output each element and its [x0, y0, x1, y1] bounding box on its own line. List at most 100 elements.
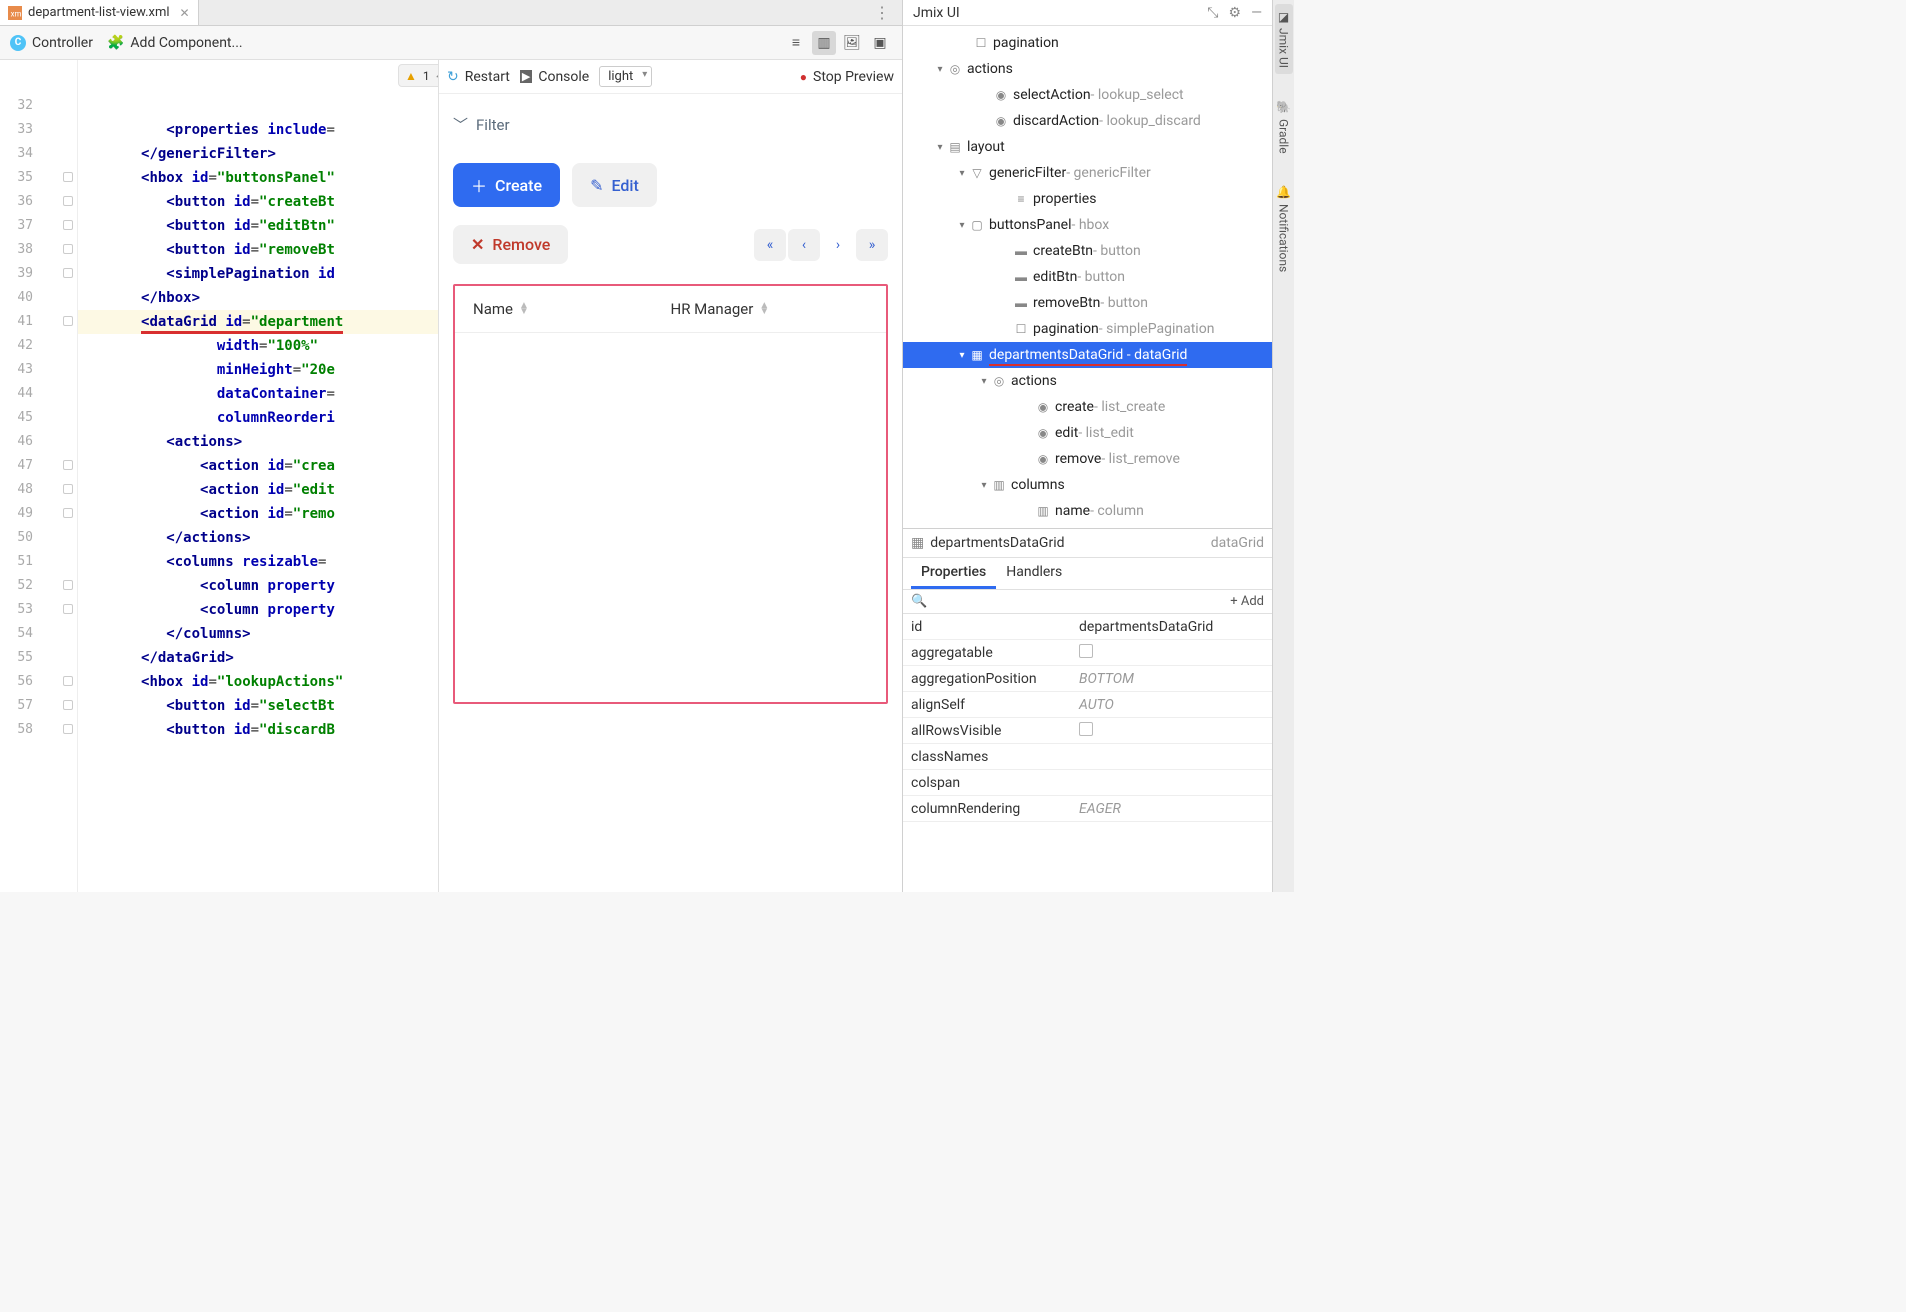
- stop-preview-button[interactable]: ● Stop Preview: [800, 69, 894, 85]
- prop-alignSelf[interactable]: alignSelfAUTO: [903, 692, 1272, 718]
- page-first-icon[interactable]: «: [754, 229, 786, 261]
- code-line[interactable]: <action id="crea: [78, 454, 438, 478]
- code-line[interactable]: <dataGrid id="department: [78, 310, 438, 334]
- side-tab-notifications[interactable]: 🔔 Notifications: [1275, 179, 1293, 278]
- tree-node-editBtn[interactable]: ▬editBtn - button: [903, 264, 1272, 290]
- tree-node-layout[interactable]: ▾▤layout: [903, 134, 1272, 160]
- tree-node-create[interactable]: ◉create - list_create: [903, 394, 1272, 420]
- tree-node-buttonsPanel[interactable]: ▾▢buttonsPanel - hbox: [903, 212, 1272, 238]
- code-line[interactable]: </hbox>: [78, 286, 438, 310]
- page-prev-icon[interactable]: ‹: [788, 229, 820, 261]
- code-line[interactable]: <button id="removeBt: [78, 238, 438, 262]
- theme-select[interactable]: light: [599, 66, 652, 87]
- prop-classNames[interactable]: classNames: [903, 744, 1272, 770]
- tree-node-genericFilter[interactable]: ▾▽genericFilter - genericFilter: [903, 160, 1272, 186]
- prop-value[interactable]: AUTO: [1079, 697, 1272, 713]
- fold-icon[interactable]: [63, 484, 73, 494]
- console-button[interactable]: ▶ Console: [520, 69, 589, 85]
- prop-value[interactable]: EAGER: [1079, 801, 1272, 817]
- prop-value[interactable]: BOTTOM: [1079, 671, 1272, 687]
- code-line[interactable]: width="100%": [78, 334, 438, 358]
- code-line[interactable]: <actions>: [78, 430, 438, 454]
- prop-allRowsVisible[interactable]: allRowsVisible: [903, 718, 1272, 744]
- code-line[interactable]: <column property: [78, 598, 438, 622]
- prev-highlight-icon[interactable]: ヘ: [436, 67, 438, 84]
- tab-handlers[interactable]: Handlers: [996, 558, 1072, 589]
- tree-node-pagination[interactable]: ☐pagination: [903, 30, 1272, 56]
- tab-overflow-icon[interactable]: ⋮: [862, 5, 902, 21]
- collapse-icon[interactable]: ⤡: [1207, 5, 1218, 21]
- inspection-widget[interactable]: ▲ 1 ヘ ﹀: [398, 64, 438, 87]
- prop-aggregationPosition[interactable]: aggregationPositionBOTTOM: [903, 666, 1272, 692]
- code-line[interactable]: <action id="edit: [78, 478, 438, 502]
- fold-icon[interactable]: [63, 220, 73, 230]
- view-preview-icon[interactable]: ▣: [868, 31, 892, 55]
- fold-icon[interactable]: [63, 700, 73, 710]
- gear-icon[interactable]: ⚙: [1229, 5, 1242, 21]
- code-line[interactable]: dataContainer=: [78, 382, 438, 406]
- code-line[interactable]: <action id="remo: [78, 502, 438, 526]
- checkbox[interactable]: [1079, 722, 1093, 736]
- code-line[interactable]: <button id="editBtn": [78, 214, 438, 238]
- chevron-icon[interactable]: ▾: [933, 142, 947, 153]
- view-split-icon[interactable]: ▥: [812, 31, 836, 55]
- datagrid-preview[interactable]: Name ▲▼ HR Manager ▲▼: [453, 284, 888, 704]
- tree-node-edit[interactable]: ◉edit - list_edit: [903, 420, 1272, 446]
- minimize-icon[interactable]: —: [1251, 5, 1262, 21]
- tree-node-name[interactable]: ▥name - column: [903, 498, 1272, 524]
- fold-icon[interactable]: [63, 676, 73, 686]
- restart-button[interactable]: ↻ Restart: [447, 69, 510, 85]
- tree-node-actions[interactable]: ▾◎actions: [903, 368, 1272, 394]
- column-name[interactable]: Name ▲▼: [473, 300, 671, 318]
- code-line[interactable]: </actions>: [78, 526, 438, 550]
- fold-icon[interactable]: [63, 460, 73, 470]
- code-line[interactable]: <button id="createBt: [78, 190, 438, 214]
- add-property-button[interactable]: + Add: [1230, 594, 1264, 609]
- checkbox[interactable]: [1079, 644, 1093, 658]
- chevron-icon[interactable]: ▾: [955, 220, 969, 231]
- code-line[interactable]: <properties include=: [78, 118, 438, 142]
- prop-columnRendering[interactable]: columnRenderingEAGER: [903, 796, 1272, 822]
- tree-node-createBtn[interactable]: ▬createBtn - button: [903, 238, 1272, 264]
- code-line[interactable]: minHeight="20e: [78, 358, 438, 382]
- fold-icon[interactable]: [63, 604, 73, 614]
- fold-icon[interactable]: [63, 244, 73, 254]
- fold-icon[interactable]: [63, 172, 73, 182]
- tab-properties[interactable]: Properties: [911, 558, 996, 589]
- fold-icon[interactable]: [63, 508, 73, 518]
- prop-value[interactable]: [1079, 722, 1272, 740]
- fold-icon[interactable]: [63, 316, 73, 326]
- code-line[interactable]: <button id="discardB: [78, 718, 438, 742]
- tree-node-departmentsDataGrid[interactable]: ▾▦departmentsDataGrid - dataGrid: [903, 342, 1272, 368]
- tree-node-properties[interactable]: ≡properties: [903, 186, 1272, 212]
- code-line[interactable]: <hbox id="buttonsPanel": [78, 166, 438, 190]
- prop-value[interactable]: [1079, 644, 1272, 662]
- page-next-icon[interactable]: ›: [822, 229, 854, 261]
- fold-icon[interactable]: [63, 724, 73, 734]
- code-line[interactable]: </dataGrid>: [78, 646, 438, 670]
- tree-node-pagination[interactable]: ☐pagination - simplePagination: [903, 316, 1272, 342]
- controller-link[interactable]: C Controller: [10, 35, 93, 51]
- fold-icon[interactable]: [63, 580, 73, 590]
- chevron-icon[interactable]: ▾: [933, 64, 947, 75]
- edit-button[interactable]: ✎ Edit: [572, 163, 657, 207]
- props-search-input[interactable]: [931, 594, 1230, 609]
- prop-aggregatable[interactable]: aggregatable: [903, 640, 1272, 666]
- tree-node-discardAction[interactable]: ◉discardAction - lookup_discard: [903, 108, 1272, 134]
- code-line[interactable]: <button id="selectBt: [78, 694, 438, 718]
- code-line[interactable]: columnReorderi: [78, 406, 438, 430]
- code-line[interactable]: </genericFilter>: [78, 142, 438, 166]
- fold-icon[interactable]: [63, 268, 73, 278]
- filter-section[interactable]: ﹀ Filter: [453, 114, 888, 135]
- code-line[interactable]: <simplePagination id: [78, 262, 438, 286]
- create-button[interactable]: ＋ Create: [453, 163, 560, 207]
- chevron-icon[interactable]: ▾: [977, 376, 991, 387]
- code-line[interactable]: [78, 94, 438, 118]
- code-line[interactable]: <hbox id="lookupActions": [78, 670, 438, 694]
- side-tab-gradle[interactable]: 🐘 Gradle: [1275, 94, 1293, 159]
- chevron-icon[interactable]: ▾: [955, 168, 969, 179]
- prop-value[interactable]: departmentsDataGrid: [1079, 619, 1272, 635]
- side-tab-jmix-ui[interactable]: ◪ Jmix UI: [1275, 4, 1293, 74]
- component-tree[interactable]: ☐pagination▾◎actions◉selectAction - look…: [903, 26, 1272, 528]
- column-hr-manager[interactable]: HR Manager ▲▼: [671, 300, 869, 318]
